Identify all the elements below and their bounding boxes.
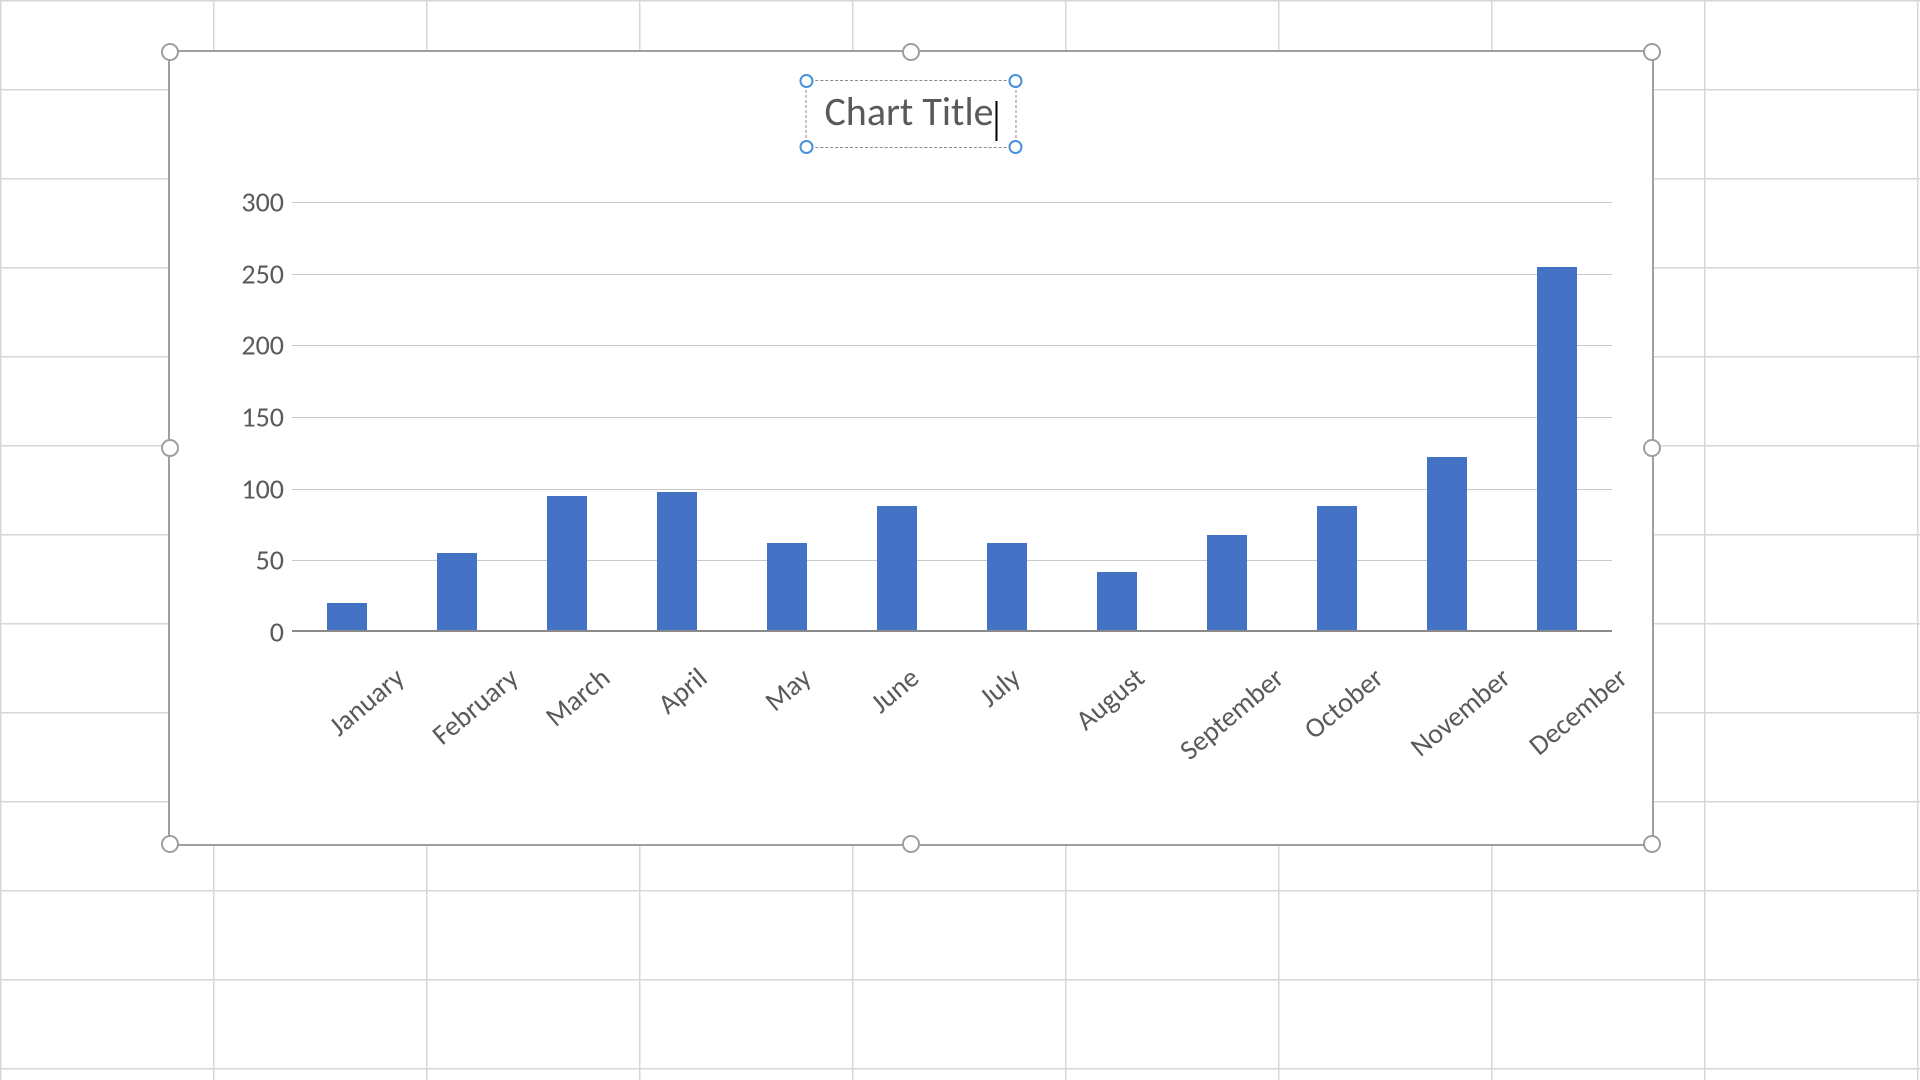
y-tick-label: 200: [241, 328, 284, 363]
chart-object[interactable]: Chart Title 0 50 100 150 200 250 300 JanuaryFe…: [168, 50, 1654, 846]
bar[interactable]: [327, 603, 367, 632]
chart-title-box[interactable]: Chart Title: [805, 80, 1016, 148]
bar-slot: [1282, 202, 1392, 632]
resize-handle-tm[interactable]: [902, 43, 920, 61]
y-tick-label: 0: [270, 615, 284, 650]
resize-handle-tl[interactable]: [161, 43, 179, 61]
bar-slot: [1062, 202, 1172, 632]
chart-title[interactable]: Chart Title: [824, 87, 993, 136]
text-cursor-icon: [996, 101, 998, 141]
bar-slot: [512, 202, 622, 632]
title-handle-tr[interactable]: [1009, 74, 1023, 88]
y-tick-label: 250: [241, 256, 284, 291]
bar[interactable]: [1317, 506, 1357, 632]
x-axis-line: [292, 630, 1612, 632]
title-handle-tl[interactable]: [799, 74, 813, 88]
y-tick-label: 50: [256, 543, 284, 578]
y-axis: 050100150200250300: [232, 202, 292, 632]
bar[interactable]: [767, 543, 807, 632]
resize-handle-ml[interactable]: [161, 439, 179, 457]
bar-slot: [952, 202, 1062, 632]
bar-slot: [842, 202, 952, 632]
bar-slot: [622, 202, 732, 632]
bar[interactable]: [1097, 572, 1137, 632]
bar-slot: [1172, 202, 1282, 632]
plot-area[interactable]: 050100150200250300: [232, 202, 1612, 632]
title-handle-br[interactable]: [1009, 140, 1023, 154]
bar[interactable]: [987, 543, 1027, 632]
bar[interactable]: [547, 496, 587, 632]
x-axis-labels: JanuaryFebruaryMarchAprilMayJuneJulyAugu…: [292, 652, 1612, 822]
bar[interactable]: [657, 492, 697, 632]
y-tick-label: 300: [241, 185, 284, 220]
bar[interactable]: [1207, 535, 1247, 632]
title-handle-bl[interactable]: [799, 140, 813, 154]
resize-handle-bm[interactable]: [902, 835, 920, 853]
bar-series[interactable]: [292, 202, 1612, 632]
bar[interactable]: [437, 553, 477, 632]
resize-handle-tr[interactable]: [1643, 43, 1661, 61]
bar[interactable]: [1427, 457, 1467, 632]
bar-slot: [1392, 202, 1502, 632]
bar-slot: [1502, 202, 1612, 632]
y-tick-label: 150: [241, 400, 284, 435]
bar[interactable]: [1537, 267, 1577, 633]
resize-handle-mr[interactable]: [1643, 439, 1661, 457]
bar-slot: [292, 202, 402, 632]
y-tick-label: 100: [241, 471, 284, 506]
bar-slot: [402, 202, 512, 632]
resize-handle-bl[interactable]: [161, 835, 179, 853]
bar[interactable]: [877, 506, 917, 632]
bar-slot: [732, 202, 842, 632]
